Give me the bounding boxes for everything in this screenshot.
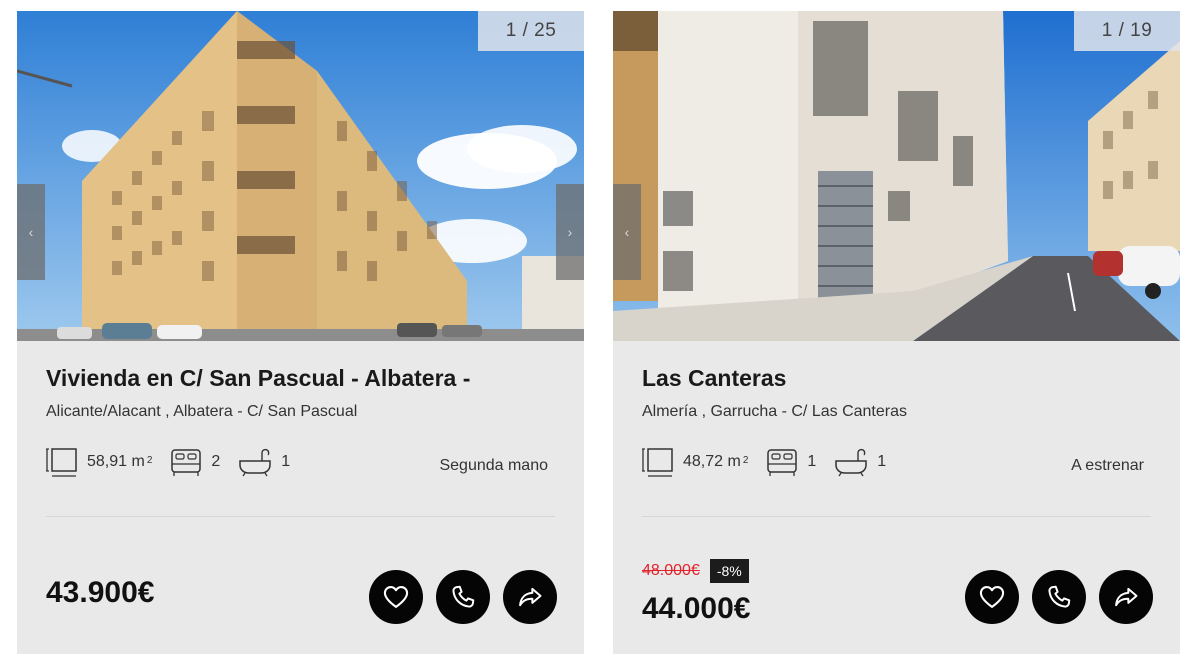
call-button[interactable] xyxy=(1032,570,1086,624)
listing-actions xyxy=(356,570,557,624)
divider xyxy=(46,516,555,517)
chevron-right-icon[interactable]: › xyxy=(556,184,584,280)
share-button[interactable] xyxy=(503,570,557,624)
listing-card-1[interactable]: 1 / 25 ‹ › Vivienda en C/ San Pascual - … xyxy=(17,11,584,654)
bedrooms-feature: 1 xyxy=(766,447,816,477)
heart-icon xyxy=(383,586,409,608)
area-unit-superscript: 2 xyxy=(146,454,153,466)
listing-title[interactable]: Las Canteras xyxy=(642,365,786,392)
listing-photo[interactable]: 1 / 19 ‹ xyxy=(613,11,1180,341)
bathtub-icon xyxy=(239,448,272,477)
bedrooms-value: 2 xyxy=(211,453,221,470)
bathrooms-feature: 1 xyxy=(238,447,290,477)
condition-label: Segunda mano xyxy=(439,457,548,474)
area-icon xyxy=(642,448,673,477)
bedrooms-value: 1 xyxy=(807,453,817,470)
condition-label: A estrenar xyxy=(1071,457,1144,474)
listing-actions xyxy=(952,570,1153,624)
call-button[interactable] xyxy=(436,570,490,624)
area-unit-superscript: 2 xyxy=(742,454,749,466)
listing-location: Alicante/Alacant , Albatera - C/ San Pas… xyxy=(46,403,358,420)
chevron-left-icon[interactable]: ‹ xyxy=(17,184,45,280)
bathtub-icon xyxy=(835,448,868,477)
listing-price: 43.900€ xyxy=(46,576,155,609)
listing-card-2[interactable]: 1 / 19 ‹ Las Canteras Almería , Garrucha… xyxy=(613,11,1180,654)
favorite-button[interactable] xyxy=(965,570,1019,624)
area-feature: 48,72 m2 xyxy=(642,447,748,477)
listing-title[interactable]: Vivienda en C/ San Pascual - Albatera - xyxy=(46,365,470,392)
area-feature: 58,91 m2 xyxy=(46,447,152,477)
listing-location: Almería , Garrucha - C/ Las Canteras xyxy=(642,403,907,420)
bed-icon xyxy=(171,449,202,476)
divider xyxy=(642,516,1151,517)
photo-counter: 1 / 25 xyxy=(478,11,584,51)
chevron-left-icon[interactable]: ‹ xyxy=(613,184,641,280)
share-arrow-icon xyxy=(519,587,542,607)
heart-icon xyxy=(979,586,1005,608)
phone-icon xyxy=(1048,585,1071,608)
building-photo xyxy=(17,11,584,341)
area-value: 58,91 m xyxy=(87,453,145,470)
share-arrow-icon xyxy=(1115,587,1138,607)
favorite-button[interactable] xyxy=(369,570,423,624)
listing-photo[interactable]: 1 / 25 ‹ › xyxy=(17,11,584,341)
bed-icon xyxy=(767,449,798,476)
bedrooms-feature: 2 xyxy=(170,447,220,477)
area-icon xyxy=(46,448,77,477)
old-price: 48.000€ xyxy=(642,562,700,579)
photo-counter: 1 / 19 xyxy=(1074,11,1180,51)
listing-price: 44.000€ xyxy=(642,592,751,625)
old-price-row: 48.000€ -8% xyxy=(642,559,749,583)
phone-icon xyxy=(452,585,475,608)
bathrooms-feature: 1 xyxy=(834,447,886,477)
bathrooms-value: 1 xyxy=(281,453,291,470)
listing-features: 58,91 m2 2 1 xyxy=(46,445,308,479)
share-button[interactable] xyxy=(1099,570,1153,624)
bathrooms-value: 1 xyxy=(877,453,887,470)
area-value: 48,72 m xyxy=(683,453,741,470)
discount-badge: -8% xyxy=(709,559,749,583)
listing-features: 48,72 m2 1 1 xyxy=(642,445,904,479)
building-photo xyxy=(613,11,1180,341)
